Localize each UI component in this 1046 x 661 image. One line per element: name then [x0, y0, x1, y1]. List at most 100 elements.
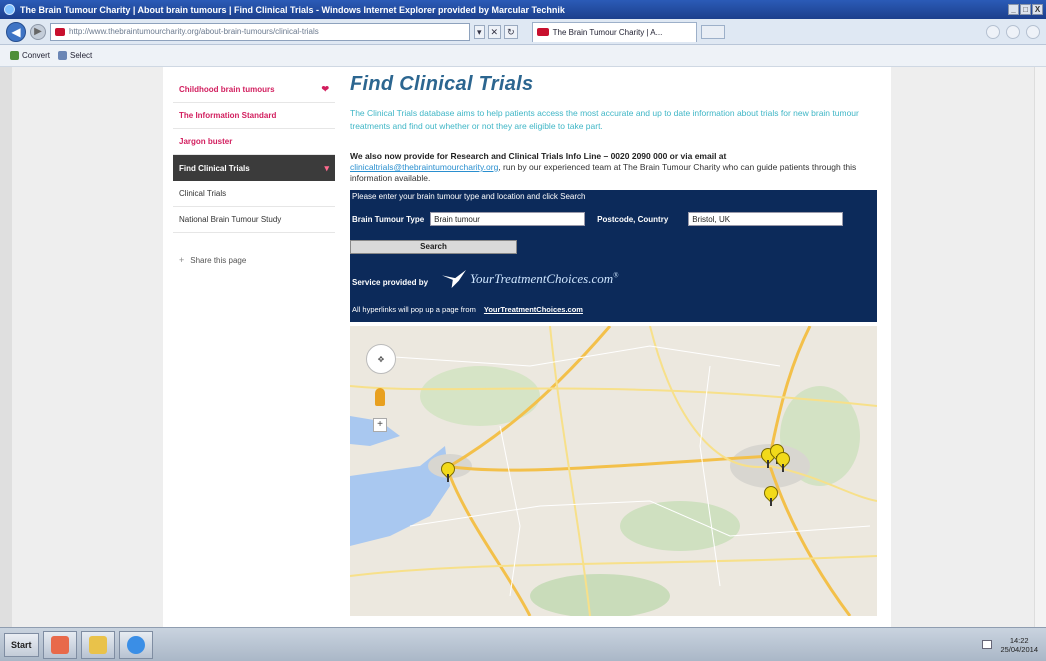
forward-arrow-icon: ▶	[34, 26, 42, 37]
page-title: Find Clinical Trials	[350, 73, 534, 95]
postcode-input[interactable]	[688, 212, 844, 226]
sidebar-nav: Childhood brain tumours ❤ The Informatio…	[173, 77, 335, 265]
favorites-icon[interactable]	[1006, 24, 1020, 39]
ie-icon	[4, 4, 15, 15]
street-view-pegman-icon[interactable]	[375, 388, 385, 406]
taskbar-app-powerpoint[interactable]	[42, 630, 77, 659]
bird-logo-icon	[442, 270, 466, 288]
window-title: The Brain Tumour Charity | About brain t…	[20, 4, 565, 15]
folder-icon	[88, 635, 107, 654]
map-marker-pin[interactable]	[438, 459, 458, 482]
clock-date: 25/04/2014	[1000, 644, 1038, 654]
sidebar-item-find-clinical-trials[interactable]: Find Clinical Trials ▾	[173, 155, 335, 181]
select-icon	[58, 51, 68, 60]
windows-taskbar: Start 14:22 25/04/2014	[0, 627, 1046, 661]
map-marker-pin[interactable]	[761, 483, 781, 506]
map-marker-pin[interactable]	[773, 449, 793, 472]
logo-wordmark: YourTreatmentChoices.com®	[470, 271, 618, 287]
hyperlinks-note: All hyperlinks will pop up a page from Y…	[352, 305, 583, 314]
taskbar-app-ie[interactable]	[118, 630, 153, 659]
convert-icon	[10, 51, 19, 60]
maximize-button[interactable]: □	[1020, 4, 1031, 15]
heart-icon: ❤	[321, 84, 329, 94]
window-controls: _ □ X	[1008, 4, 1043, 15]
plus-icon: +	[179, 255, 185, 265]
start-button[interactable]: Start	[4, 632, 39, 657]
powerpoint-icon	[50, 635, 69, 654]
tumour-type-input[interactable]	[430, 212, 586, 226]
tab-favicon-icon	[536, 28, 549, 36]
dropdown-arrow-icon[interactable]: ▾	[474, 24, 485, 39]
zoom-in-button[interactable]: +	[373, 418, 387, 432]
lead-paragraph: The Clinical Trials database aims to hel…	[350, 108, 859, 131]
sidebar-item-jargon-buster[interactable]: Jargon buster	[173, 129, 335, 155]
forward-button[interactable]: ▶	[30, 23, 46, 40]
taskbar-app-explorer[interactable]	[80, 630, 115, 659]
url-input[interactable]: http://www.thebraintumourcharity.org/abo…	[50, 22, 470, 41]
browser-right-controls	[986, 24, 1040, 39]
page-content: Childhood brain tumours ❤ The Informatio…	[163, 67, 891, 627]
map-tiles	[350, 326, 877, 616]
search-fields-row: Brain Tumour Type Postcode, Country	[352, 212, 844, 226]
main-content: Find Clinical Trials The Clinical Trials…	[350, 73, 878, 616]
logo-text: YourTreatmentChoices.com	[470, 271, 614, 286]
search-button[interactable]: Search	[350, 240, 517, 254]
ytc-logo[interactable]: YourTreatmentChoices.com®	[442, 270, 618, 288]
back-button[interactable]: ◀	[6, 21, 26, 42]
notification-flag-icon[interactable]	[982, 640, 993, 649]
sidebar-item-label: Clinical Trials	[179, 189, 227, 198]
close-button[interactable]: X	[1032, 4, 1043, 15]
sidebar-item-clinical-trials[interactable]: Clinical Trials	[173, 181, 335, 207]
select-button[interactable]: Select	[58, 51, 92, 60]
trial-search-panel: Please enter your brain tumour type and …	[350, 190, 877, 322]
browser-tab[interactable]: The Brain Tumour Charity | A...	[531, 21, 697, 42]
chevron-down-icon: ▾	[324, 162, 329, 173]
sidebar-item-label: Childhood brain tumours	[179, 85, 275, 94]
sidebar-item-national-study[interactable]: National Brain Tumour Study	[173, 207, 335, 233]
email-link[interactable]: clinicaltrials@thebraintumourcharity.org	[350, 162, 498, 172]
minimize-button[interactable]: _	[1008, 4, 1019, 15]
registered-mark: ®	[613, 271, 619, 280]
ytc-link[interactable]: YourTreatmentChoices.com	[484, 305, 583, 314]
window-titlebar: The Brain Tumour Charity | About brain t…	[0, 0, 1046, 19]
refresh-icon[interactable]: ↻	[504, 24, 518, 39]
ie-icon	[126, 635, 145, 654]
convert-label: Convert	[22, 51, 51, 60]
convert-button[interactable]: Convert	[10, 51, 50, 60]
postcode-label: Postcode, Country	[597, 214, 669, 224]
info-strong: We also now provide for Research and Cli…	[350, 151, 727, 161]
url-text: http://www.thebraintumourcharity.org/abo…	[69, 27, 319, 36]
page-viewport: Childhood brain tumours ❤ The Informatio…	[0, 67, 1046, 627]
search-instructions: Please enter your brain tumour type and …	[352, 192, 586, 201]
share-link[interactable]: + Share this page	[173, 255, 335, 265]
clock[interactable]: 14:22 25/04/2014	[1000, 636, 1038, 654]
command-bar: Convert Select	[0, 45, 1046, 67]
home-icon[interactable]	[986, 24, 1000, 39]
sidebar-item-label: National Brain Tumour Study	[179, 215, 282, 224]
select-label: Select	[70, 51, 93, 60]
back-arrow-icon: ◀	[11, 24, 21, 39]
system-tray: 14:22 25/04/2014	[982, 636, 1046, 654]
clock-time: 14:22	[1009, 635, 1029, 645]
pan-control[interactable]: ✥	[366, 344, 396, 374]
tumour-type-label: Brain Tumour Type	[352, 214, 425, 224]
left-gutter	[0, 67, 12, 627]
stop-icon[interactable]: ✕	[487, 24, 502, 39]
new-tab-button[interactable]	[700, 24, 725, 39]
address-tools: ▾ ✕ ↻	[474, 24, 518, 39]
tools-icon[interactable]	[1026, 24, 1040, 39]
tab-title: The Brain Tumour Charity | A...	[552, 27, 663, 37]
address-bar: ◀ ▶ http://www.thebraintumourcharity.org…	[0, 19, 1046, 45]
info-paragraph: We also now provide for Research and Cli…	[350, 151, 878, 184]
sidebar-item-information-standard[interactable]: The Information Standard	[173, 103, 335, 129]
sidebar-item-label: The Information Standard	[179, 111, 277, 120]
provided-by-label: Service provided by	[352, 278, 429, 287]
hyperlinks-text: All hyperlinks will pop up a page from	[352, 305, 476, 314]
vertical-scrollbar[interactable]	[1034, 67, 1046, 627]
share-label: Share this page	[190, 255, 247, 265]
sidebar-item-childhood[interactable]: Childhood brain tumours ❤	[173, 77, 335, 103]
trials-map[interactable]: ✥ +	[350, 326, 877, 616]
sidebar-item-label: Jargon buster	[179, 137, 233, 146]
sidebar-item-label: Find Clinical Trials	[179, 163, 250, 173]
site-favicon-icon	[55, 27, 65, 36]
